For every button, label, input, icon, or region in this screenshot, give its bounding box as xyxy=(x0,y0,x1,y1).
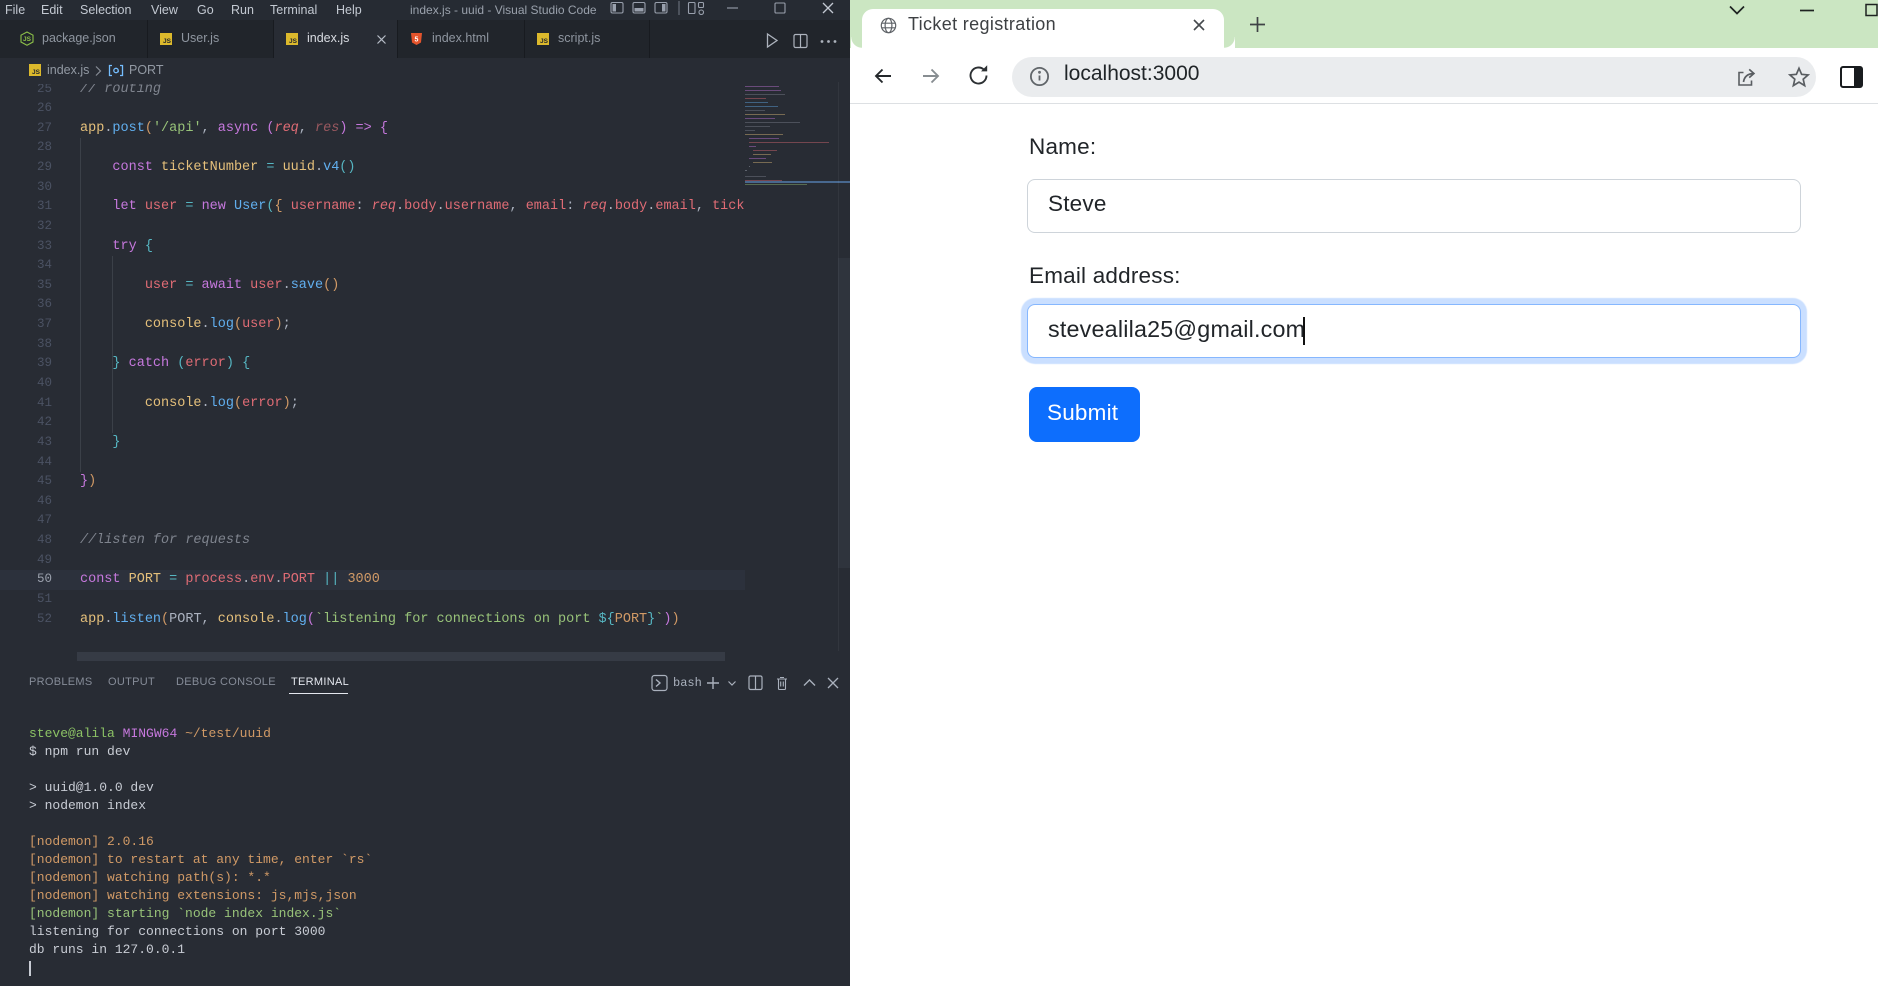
svg-text:5: 5 xyxy=(415,37,419,44)
svg-text:JS: JS xyxy=(23,36,32,43)
